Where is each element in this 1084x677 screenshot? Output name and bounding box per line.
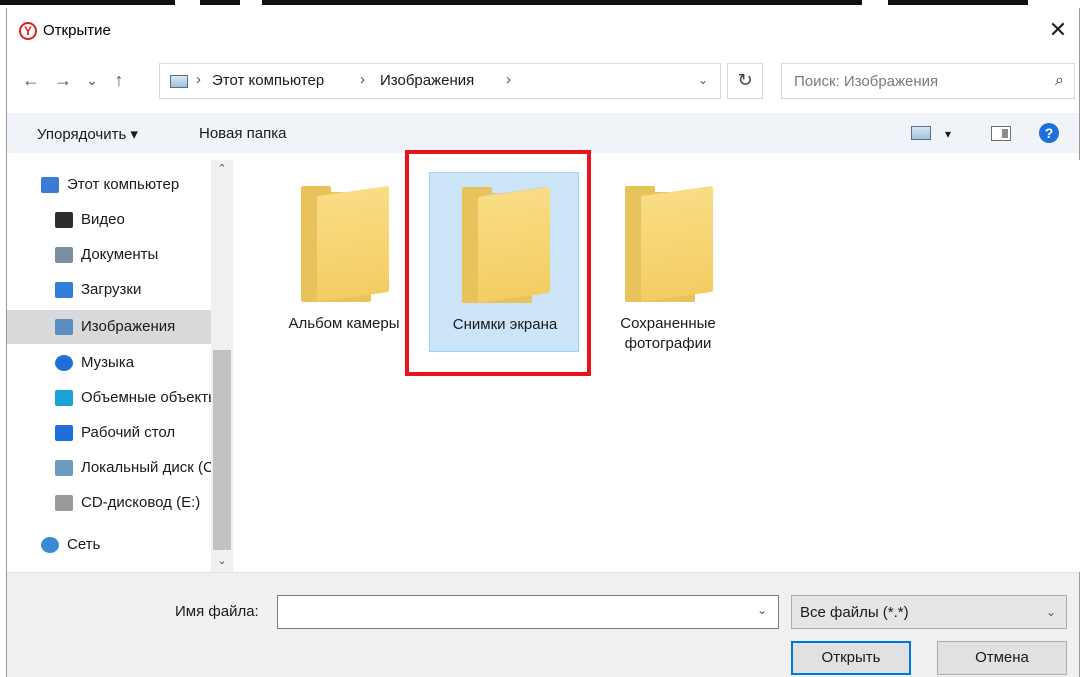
file-name-dropdown-chevron-icon[interactable]: ⌄ <box>757 603 767 617</box>
sidebar-item-label: Загрузки <box>81 281 142 298</box>
breadcrumb-separator: › <box>360 71 365 88</box>
sidebar-item-label: Сеть <box>67 536 101 553</box>
up-arrow-icon[interactable]: ↑ <box>107 67 131 95</box>
file-type-filter-select[interactable]: Все файлы (*.*) ⌄ <box>791 595 1067 629</box>
forward-arrow-icon[interactable]: → <box>51 67 75 95</box>
address-bar[interactable]: › Этот компьютер › Изображения › ⌄ <box>159 63 721 99</box>
breadcrumb-separator: › <box>506 71 511 88</box>
sidebar-item-computer[interactable]: Этот компьютер <box>7 168 211 202</box>
navigation-pane: Этот компьютер Видео Документы Загрузки Изоб… <box>7 160 237 572</box>
sidebar-item-label: Видео <box>81 211 125 228</box>
title-bar: Y Открытие ✕ <box>7 8 1079 54</box>
breadcrumb-pictures[interactable]: Изображения <box>380 72 474 89</box>
sidebar-item-3d-objects[interactable]: Объемные объекты <box>7 381 211 415</box>
search-input[interactable]: Поиск: Изображения ⌕ <box>781 63 1075 99</box>
command-toolbar: Упорядочить ▾ Новая папка ▾ ? <box>7 113 1079 153</box>
file-name-input[interactable] <box>277 595 779 629</box>
new-folder-button[interactable]: Новая папка <box>199 125 286 142</box>
cancel-button[interactable]: Отмена <box>937 641 1067 675</box>
help-icon[interactable]: ? <box>1039 123 1059 143</box>
sidebar-item-music[interactable]: Музыка <box>7 346 211 380</box>
scroll-down-arrow-icon[interactable]: ⌄ <box>211 554 233 570</box>
yandex-browser-logo-icon: Y <box>19 22 37 40</box>
folder-label: Альбом камеры <box>288 315 400 332</box>
3d-objects-icon <box>55 390 73 406</box>
file-type-filter-value: Все файлы (*.*) <box>800 604 909 621</box>
back-arrow-icon[interactable]: ← <box>19 67 43 95</box>
change-view-icon[interactable] <box>911 126 931 140</box>
network-icon <box>41 537 59 553</box>
open-file-dialog: Y Открытие ✕ ← → ⌄ ↑ › Этот компьютер › … <box>6 8 1081 677</box>
file-type-dropdown-chevron-icon: ⌄ <box>1045 605 1056 619</box>
sidebar-item-video[interactable]: Видео <box>7 203 211 237</box>
sidebar-item-label: Музыка <box>81 354 135 371</box>
file-list-view: Альбом камеры Снимки экрана Сохраненные фо… <box>237 150 1081 572</box>
sidebar-item-cd-drive[interactable]: CD-дисковод (E:) <box>7 486 211 520</box>
close-button[interactable]: ✕ <box>1043 18 1073 44</box>
sidebar-item-label: CD-дисковод (E:) <box>81 494 201 511</box>
folder-label: Сохраненные фотографии <box>620 315 716 352</box>
sidebar-item-label: Документы <box>81 246 159 263</box>
local-disk-icon <box>55 460 73 476</box>
navigation-bar: ← → ⌄ ↑ › Этот компьютер › Изображения ›… <box>7 61 1079 101</box>
breadcrumb-this-pc[interactable]: Этот компьютер <box>212 72 324 89</box>
documents-icon <box>55 247 73 263</box>
view-options-dropdown-icon[interactable]: ▾ <box>945 127 951 141</box>
cd-drive-icon <box>55 495 73 511</box>
dialog-title: Открытие <box>43 22 111 39</box>
file-name-panel: Имя файла: ⌄ Все файлы (*.*) ⌄ Открыть О… <box>7 572 1079 677</box>
scrollbar-thumb[interactable] <box>213 350 231 550</box>
sidebar-item-label: Локальный диск (C:) <box>81 459 211 476</box>
folder-icon <box>625 185 713 302</box>
sidebar-item-pictures[interactable]: Изображения <box>7 310 211 344</box>
video-icon <box>55 212 73 228</box>
sidebar-item-downloads[interactable]: Загрузки <box>7 273 211 307</box>
breadcrumb-separator: › <box>196 71 201 88</box>
sidebar-item-desktop[interactable]: Рабочий стол <box>7 416 211 450</box>
sidebar-item-label: Рабочий стол <box>81 424 176 441</box>
pictures-icon <box>55 319 73 335</box>
music-icon <box>55 355 73 371</box>
red-highlight-frame <box>405 150 591 376</box>
organize-menu-button[interactable]: Упорядочить ▾ <box>37 125 138 143</box>
search-icon: ⌕ <box>1055 72 1064 89</box>
computer-icon <box>41 177 59 193</box>
folder-item[interactable]: Сохраненные фотографии <box>593 172 743 352</box>
search-placeholder: Поиск: Изображения <box>794 73 939 90</box>
file-name-label: Имя файла: <box>175 603 259 620</box>
downloads-icon <box>55 282 73 298</box>
open-button[interactable]: Открыть <box>791 641 911 675</box>
sidebar-item-label: Объемные объекты <box>81 389 211 406</box>
refresh-button[interactable]: ↻ <box>727 63 763 99</box>
sidebar-item-documents[interactable]: Документы <box>7 238 211 272</box>
scroll-up-arrow-icon[interactable]: ⌃ <box>211 162 233 178</box>
recent-locations-chevron-icon[interactable]: ⌄ <box>83 67 101 95</box>
navigation-pane-scrollbar[interactable]: ⌃ ⌄ <box>211 160 233 572</box>
folder-icon <box>301 185 389 302</box>
address-dropdown-chevron-icon[interactable]: ⌄ <box>698 73 708 87</box>
desktop-icon <box>55 425 73 441</box>
sidebar-item-label: Этот компьютер <box>67 176 180 193</box>
pictures-location-icon <box>170 75 188 88</box>
folder-item[interactable]: Альбом камеры <box>269 172 419 352</box>
preview-pane-icon[interactable] <box>991 126 1011 141</box>
sidebar-item-label: Изображения <box>81 318 176 335</box>
sidebar-item-network[interactable]: Сеть <box>7 528 211 562</box>
sidebar-item-local-disk[interactable]: Локальный диск (C:) <box>7 451 211 485</box>
